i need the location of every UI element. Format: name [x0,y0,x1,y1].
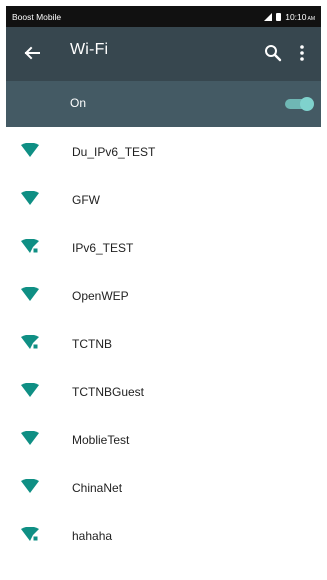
wifi-icon [21,191,39,205]
network-item[interactable]: ChinaNet [6,463,321,511]
network-item[interactable]: IPv6_TEST [6,223,321,271]
wifi-switch-bar[interactable]: On [6,81,321,127]
battery-icon [276,12,282,21]
wifi-icon [21,287,39,301]
network-ssid: IPv6_TEST [72,241,134,255]
network-item[interactable]: OpenWEP [6,271,321,319]
network-ssid: TCTNBGuest [72,385,145,399]
clock: 10:10AM [285,12,315,22]
wifi-secured-icon [21,335,39,349]
wifi-toggle[interactable] [283,95,315,113]
network-ssid: ChinaNet [72,481,123,495]
wifi-icon [21,143,39,157]
wifi-icon [21,383,39,397]
network-ssid: hahaha [72,529,113,543]
wifi-icon [21,431,39,445]
app-bar: Wi-Fi [6,27,321,81]
network-item[interactable]: hahaha [6,511,321,559]
wifi-icon [21,479,39,493]
back-arrow-icon[interactable] [24,45,40,61]
network-ssid: OpenWEP [72,289,129,303]
network-item[interactable]: TCTNBGuest [6,367,321,415]
network-ssid: Du_IPv6_TEST [72,145,156,159]
wifi-switch-label: On [70,96,87,110]
network-item[interactable]: TCTNB [6,319,321,367]
wifi-secured-icon [21,239,39,253]
network-ssid: MoblieTest [72,433,130,447]
clock-time: 10:10 [285,11,307,22]
clock-suffix: AM [307,15,316,22]
toggle-thumb [300,97,314,111]
network-ssid: TCTNB [72,337,112,351]
network-item[interactable]: Du_IPv6_TEST [6,127,321,175]
wifi-secured-icon [21,527,39,541]
search-icon[interactable] [264,44,282,62]
screen: { "status_bar": { "carrier": "Boost Mobi… [0,0,327,580]
page-title: Wi-Fi [70,41,109,58]
network-list: Du_IPv6_TEST GFW IPv6_TEST OpenWEP TCTNB TCTN… [6,127,321,559]
carrier-label: Boost Mobile [12,11,62,22]
signal-icon [264,12,273,21]
status-bar: Boost Mobile 10:10AM [6,6,321,27]
network-ssid: GFW [72,193,100,207]
status-icons: 10:10AM [264,12,315,22]
network-item[interactable]: GFW [6,175,321,223]
network-item[interactable]: MoblieTest [6,415,321,463]
more-vertical-icon[interactable] [299,44,305,62]
